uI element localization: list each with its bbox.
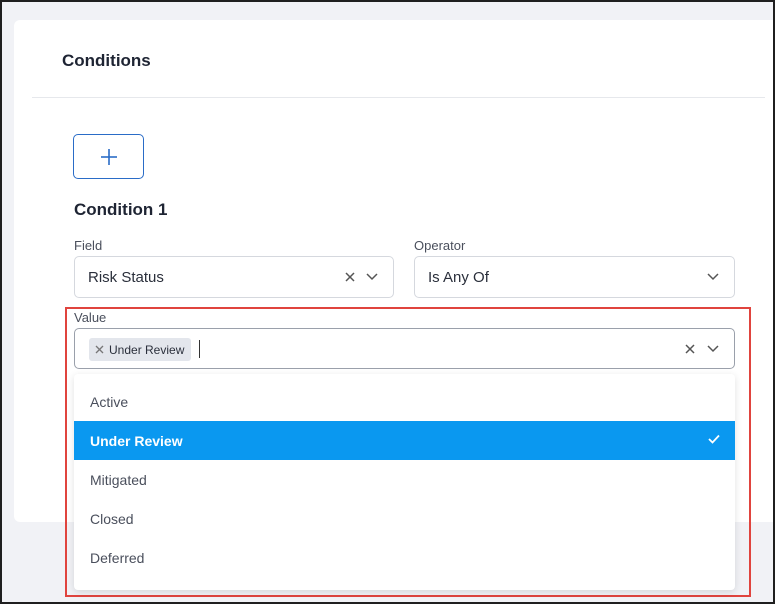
option-label: Mitigated [90, 472, 147, 488]
card-header: Conditions [32, 10, 765, 98]
option-label: Active [90, 394, 129, 410]
dropdown-option-under-review[interactable]: Under Review [74, 421, 735, 460]
app-frame: Conditions Condition 1 Field Risk Status… [0, 0, 775, 604]
value-multiselect[interactable]: Under Review [74, 328, 735, 369]
chip-label: Under Review [109, 342, 185, 357]
condition-title: Condition 1 [74, 200, 168, 219]
plus-icon [100, 148, 117, 165]
dropdown-option-mitigated[interactable]: Mitigated [74, 460, 735, 499]
operator-select[interactable]: Is Any Of [414, 256, 735, 298]
text-cursor [199, 340, 200, 358]
chip-remove-icon[interactable] [95, 345, 104, 354]
dropdown-option-active[interactable]: Active [74, 382, 735, 421]
checkmark-icon [708, 434, 720, 444]
option-label: Under Review [90, 433, 183, 449]
option-label: Deferred [90, 550, 145, 566]
dropdown-option-deferred[interactable]: Deferred [74, 538, 735, 577]
operator-label: Operator [414, 238, 466, 253]
field-value: Risk Status [88, 269, 164, 286]
value-label: Value [74, 310, 107, 325]
operator-value: Is Any Of [428, 269, 489, 286]
chevron-down-icon[interactable] [706, 344, 720, 354]
clear-icon[interactable] [344, 271, 356, 283]
dropdown-option-closed[interactable]: Closed [74, 499, 735, 538]
value-dropdown-menu: Active Under Review Mitigated Closed Def… [74, 374, 735, 590]
chevron-down-icon[interactable] [365, 272, 379, 282]
add-condition-button[interactable] [73, 134, 144, 179]
option-label: Closed [90, 511, 134, 527]
field-label: Field [74, 238, 103, 253]
value-chip: Under Review [89, 338, 192, 361]
section-title: Conditions [62, 51, 151, 70]
field-select[interactable]: Risk Status [74, 256, 394, 298]
chevron-down-icon[interactable] [706, 272, 720, 282]
clear-icon[interactable] [684, 343, 696, 355]
